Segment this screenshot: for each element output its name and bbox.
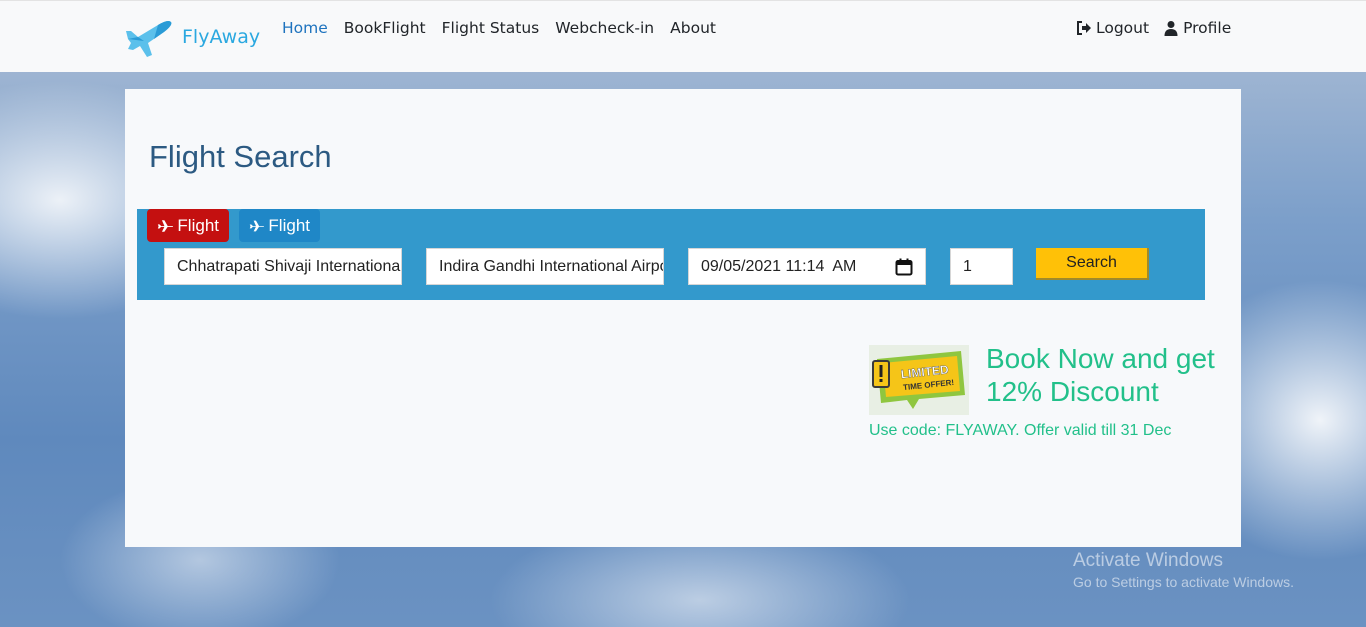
navbar: FlyAway Home BookFlight Flight Status We…: [0, 0, 1366, 72]
activate-windows-watermark: Activate Windows Go to Settings to activ…: [1073, 550, 1294, 590]
to-airport-input[interactable]: Indira Gandhi International Airport: [426, 248, 664, 285]
nav-webcheck-in[interactable]: Webcheck-in: [555, 19, 654, 37]
profile-label: Profile: [1183, 19, 1232, 37]
departure-datetime-value: 09/05/2021 11:14 AM: [701, 257, 857, 275]
nav-bookflight[interactable]: BookFlight: [344, 19, 426, 37]
plane-icon: [157, 219, 174, 232]
from-airport-value: Chhatrapati Shivaji International Airpor…: [177, 257, 402, 275]
tab-flight-return[interactable]: Flight: [239, 209, 320, 242]
limited-offer-badge-icon: LIMITED TIME OFFER!: [869, 345, 969, 415]
nav-links: Home BookFlight Flight Status Webcheck-i…: [282, 19, 716, 37]
to-airport-value: Indira Gandhi International Airport: [439, 257, 664, 275]
tab-label: Flight: [177, 215, 219, 235]
passenger-count-input[interactable]: 1: [950, 248, 1013, 285]
from-airport-input[interactable]: Chhatrapati Shivaji International Airpor…: [164, 248, 402, 285]
tab-flight-one-way[interactable]: Flight: [147, 209, 229, 242]
search-button[interactable]: Search: [1036, 248, 1149, 280]
nav-flight-status[interactable]: Flight Status: [442, 19, 540, 37]
watermark-line2: Go to Settings to activate Windows.: [1073, 574, 1294, 590]
sign-out-icon: [1077, 21, 1091, 35]
brand[interactable]: FlyAway: [124, 15, 260, 59]
brand-name: FlyAway: [182, 26, 261, 48]
plane-icon: [249, 220, 265, 231]
departure-datetime-input[interactable]: 09/05/2021 11:14 AM: [688, 248, 926, 285]
tab-label: Flight: [268, 215, 310, 235]
calendar-icon[interactable]: [895, 258, 913, 276]
logout-link[interactable]: Logout: [1076, 19, 1149, 37]
profile-link[interactable]: Profile: [1163, 19, 1231, 37]
logout-label: Logout: [1096, 19, 1150, 37]
nav-right: Logout Profile: [1076, 19, 1231, 37]
nav-about[interactable]: About: [670, 19, 716, 37]
offer-headline: Book Now and get 12% Discount: [986, 343, 1215, 407]
nav-home[interactable]: Home: [282, 19, 328, 37]
page-title: Flight Search: [149, 139, 332, 174]
flight-search-bar: Flight Flight Chhatrapati Shivaji Intern…: [137, 209, 1205, 300]
watermark-line1: Activate Windows: [1073, 550, 1223, 571]
offer-code-text: Use code: FLYAWAY. Offer valid till 31 D…: [869, 422, 1172, 439]
user-icon: [1164, 21, 1178, 36]
airplane-logo-icon: [126, 21, 172, 57]
passenger-count-value: 1: [963, 257, 972, 275]
main-panel: Flight Search Flight Flight Chhatrapati …: [125, 89, 1241, 547]
